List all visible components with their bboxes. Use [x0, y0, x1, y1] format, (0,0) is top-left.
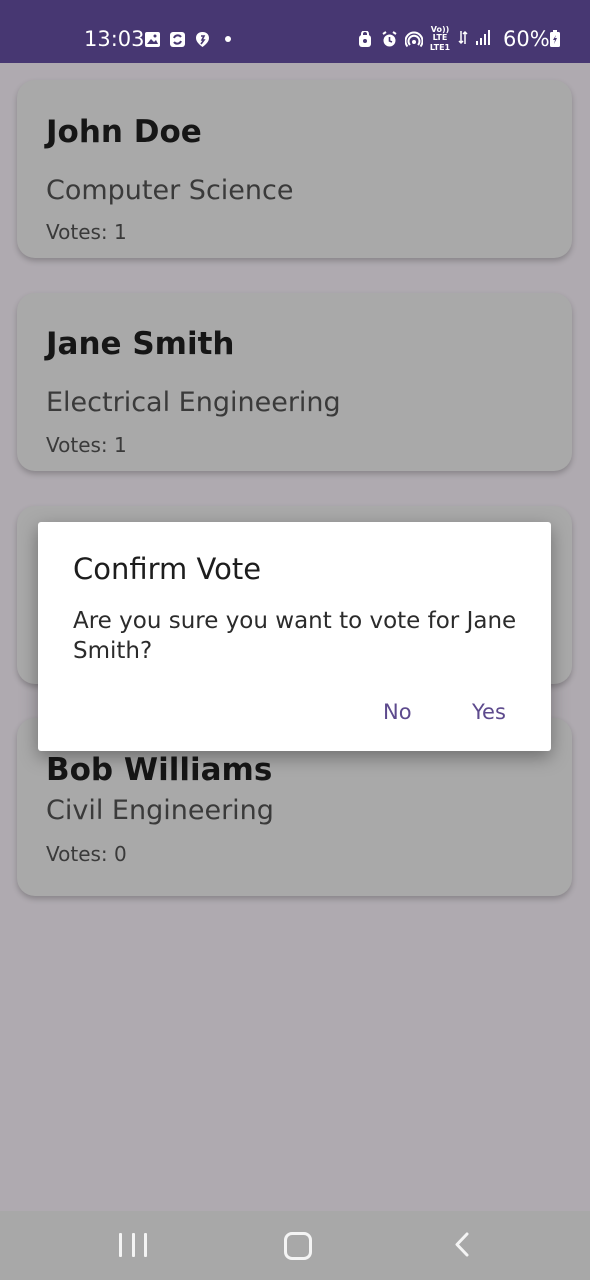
no-button[interactable]: No [383, 700, 412, 724]
network-label-top: Vo)) LTE [430, 25, 450, 42]
dialog-message: Are you sure you want to vote for Jane S… [73, 608, 517, 664]
candidate-name: John Doe [46, 114, 202, 150]
hotspot-icon [404, 31, 424, 48]
status-time: 13:03 [84, 27, 145, 51]
recents-icon[interactable] [119, 1233, 147, 1257]
status-right-icons: Vo)) LTE LTE1 [357, 26, 491, 52]
candidate-votes: Votes: 0 [46, 842, 127, 866]
data-arrows-icon [458, 29, 468, 50]
network-label-bottom: LTE1 [429, 43, 451, 52]
candidate-name: Bob Williams [46, 752, 273, 788]
signal-icon [475, 29, 491, 50]
yes-button[interactable]: Yes [472, 700, 506, 724]
status-left-icons [144, 28, 231, 50]
candidate-votes: Votes: 1 [46, 220, 127, 244]
alarm-icon [381, 30, 398, 48]
back-icon[interactable] [452, 1231, 472, 1263]
candidate-card[interactable]: John Doe Computer Science Votes: 1 [17, 80, 572, 258]
candidate-votes: Votes: 1 [46, 433, 127, 457]
candidate-department: Electrical Engineering [46, 387, 341, 418]
navigation-bar [0, 1211, 590, 1280]
home-icon[interactable] [284, 1232, 312, 1260]
sync-icon [169, 31, 186, 48]
app-icon [194, 31, 211, 48]
candidate-name: Jane Smith [46, 326, 235, 362]
gallery-icon [144, 31, 161, 48]
candidate-department: Civil Engineering [46, 795, 274, 826]
lock-icon [357, 29, 374, 48]
battery-icon [549, 30, 561, 52]
status-bar: 13:03 Vo)) LTE LTE1 60% [0, 0, 590, 63]
dialog-title: Confirm Vote [73, 552, 262, 586]
dot-icon [225, 36, 231, 42]
volte-icon: Vo)) LTE LTE1 [429, 26, 451, 52]
confirm-vote-dialog: Confirm Vote Are you sure you want to vo… [38, 522, 551, 751]
candidate-department: Computer Science [46, 175, 294, 206]
battery-percent: 60% [503, 27, 550, 51]
candidate-card[interactable]: Jane Smith Electrical Engineering Votes:… [17, 293, 572, 471]
